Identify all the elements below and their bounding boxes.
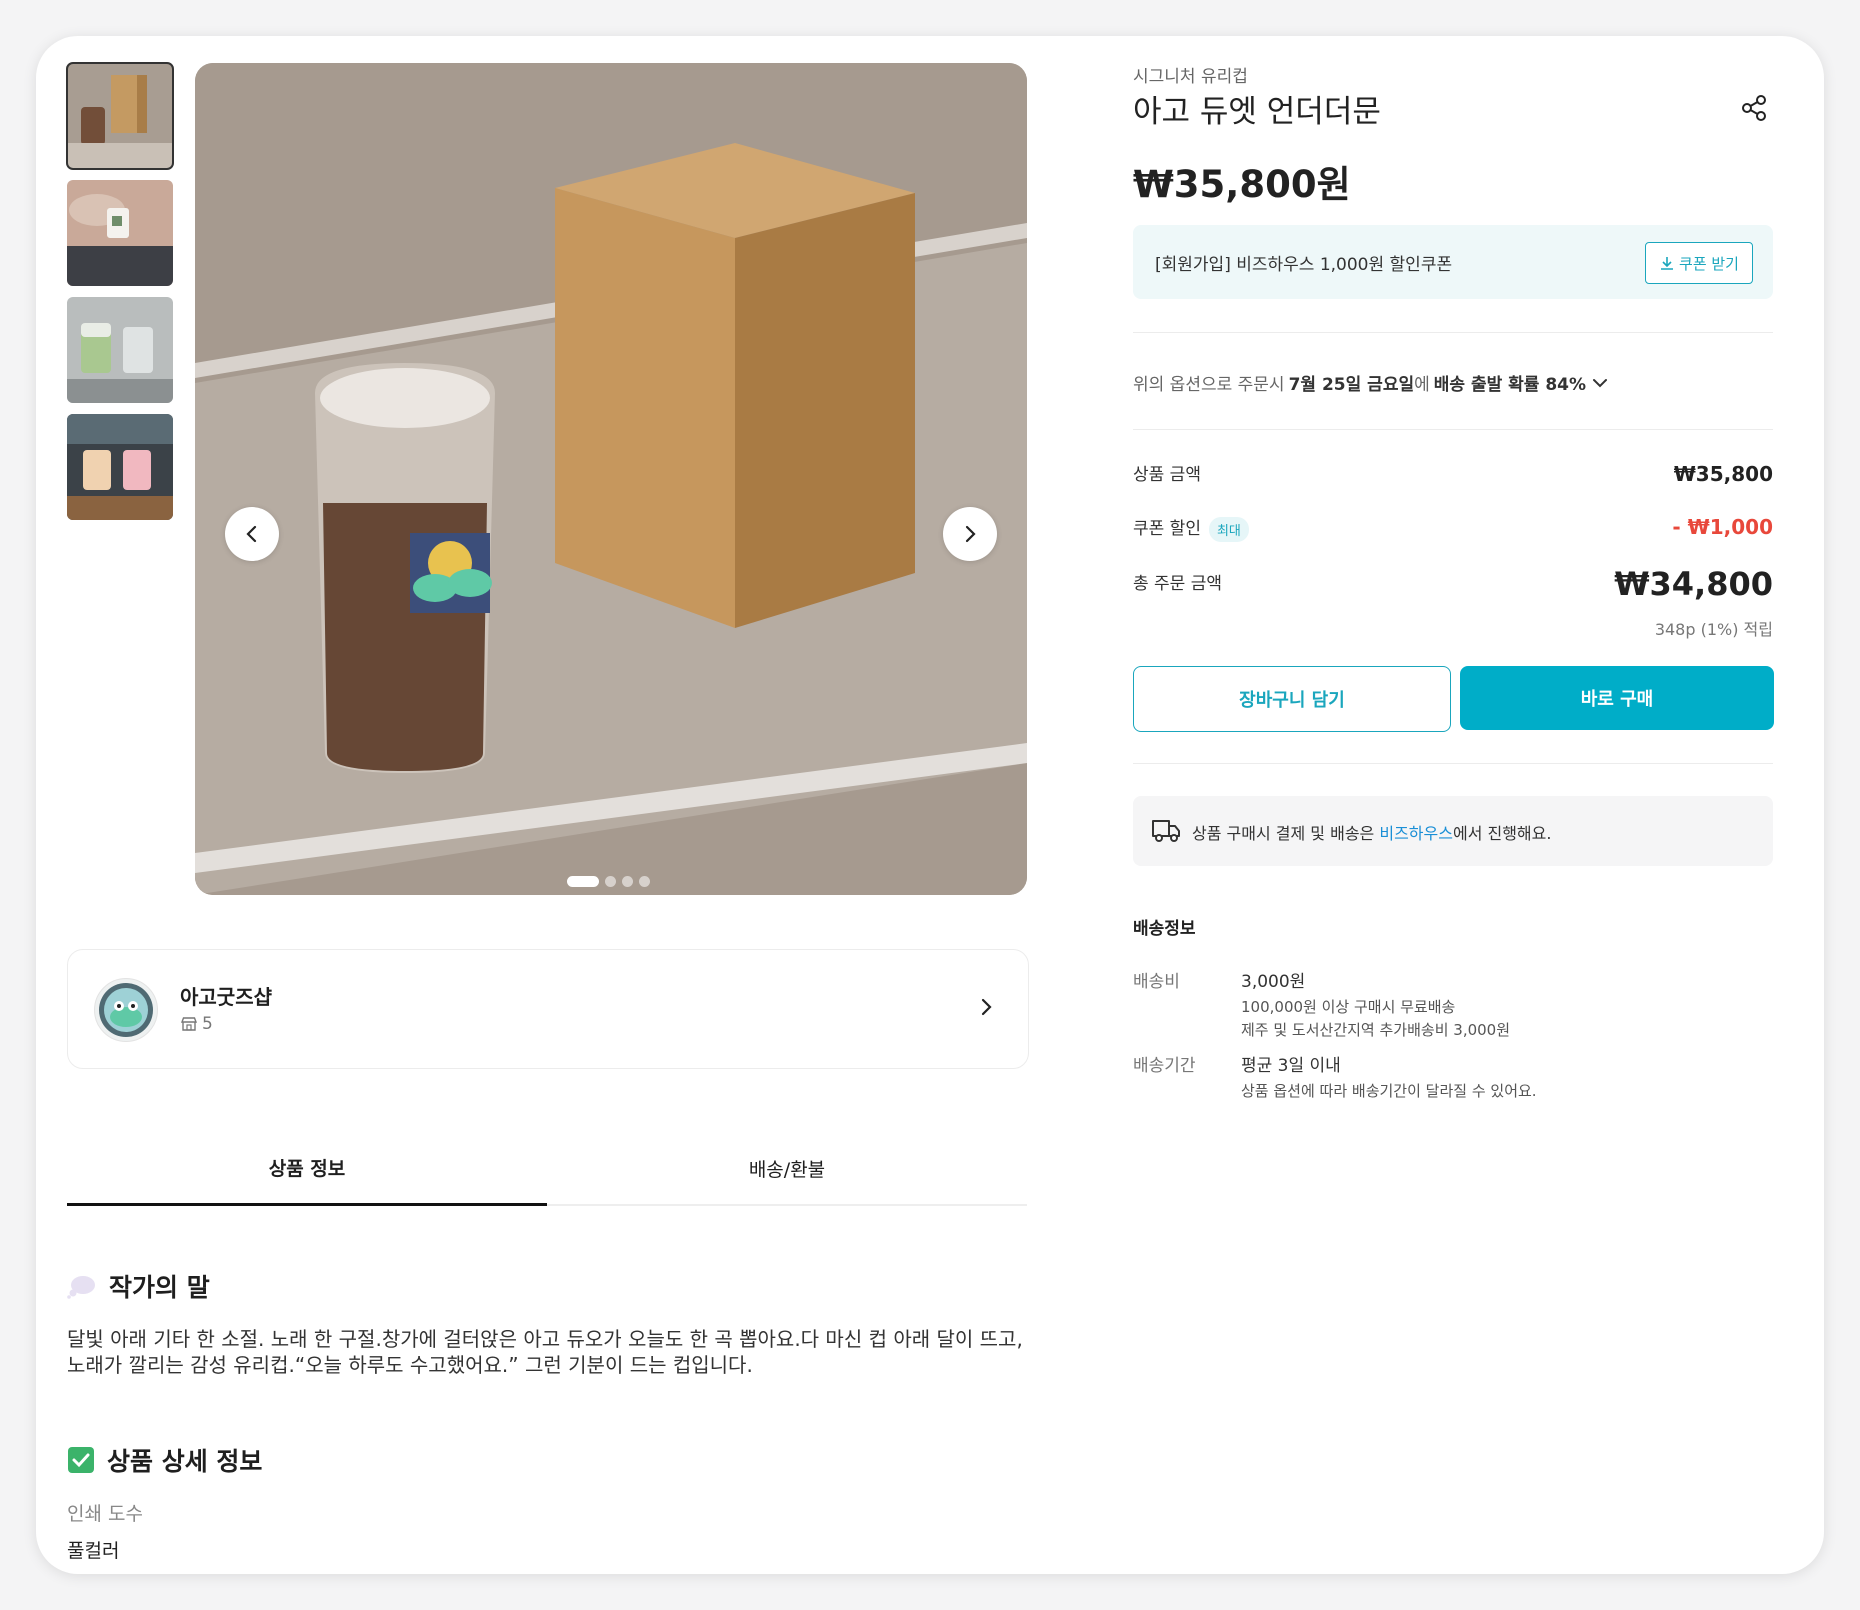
- buy-now-button[interactable]: 바로 구매: [1460, 666, 1774, 730]
- thumbnail-1[interactable]: [66, 62, 174, 170]
- shipping-fee-note-2: 제주 및 도서산간지역 추가배송비 3,000원: [1241, 1021, 1511, 1039]
- add-to-cart-button[interactable]: 장바구니 담기: [1133, 666, 1451, 732]
- delivery-estimate-prefix: 위의 옵션으로 주문시: [1133, 375, 1285, 395]
- shipping-period-note: 상품 옵션에 따라 배송기간이 달라질 수 있어요.: [1241, 1082, 1537, 1100]
- product-title: 아고 듀엣 언더더문: [1133, 94, 1381, 130]
- payment-notice: 상품 구매시 결제 및 배송은 비즈하우스에서 진행해요.: [1133, 796, 1773, 866]
- author-note-heading: 작가의 말: [67, 1268, 210, 1304]
- delivery-estimate-middle: 에: [1414, 375, 1430, 395]
- check-mark-icon: [68, 1447, 94, 1473]
- coupon-download-button[interactable]: 쿠폰 받기: [1645, 242, 1753, 284]
- share-icon: [1742, 95, 1766, 121]
- thumbnail-4[interactable]: [67, 414, 173, 520]
- prev-image-button[interactable]: [225, 507, 279, 561]
- carousel-indicator: [567, 876, 650, 887]
- chevron-down-icon: [1593, 378, 1608, 387]
- divider: [1133, 429, 1773, 430]
- thumbnail-2[interactable]: [67, 180, 173, 286]
- shipping-fee-value: 3,000원: [1241, 972, 1306, 992]
- total-label: 총 주문 금액: [1133, 574, 1223, 594]
- main-product-image: [195, 63, 1027, 895]
- tab-shipping-refund[interactable]: 배송/환불: [547, 1132, 1027, 1204]
- delivery-estimate[interactable]: 위의 옵션으로 주문시 7월 25일 금요일 에 배송 출발 확률 84%: [1133, 370, 1773, 395]
- max-badge: 최대: [1208, 517, 1249, 542]
- delivery-estimate-probability: 배송 출발 확률 84%: [1433, 375, 1587, 395]
- carousel-dot[interactable]: [622, 876, 633, 887]
- shop-product-count: 5: [180, 1014, 213, 1034]
- shop-name: 아고굿즈샵: [180, 985, 272, 1009]
- notice-prefix: 상품 구매시 결제 및 배송은: [1192, 824, 1380, 843]
- coupon-download-label: 쿠폰 받기: [1679, 254, 1739, 273]
- product-photo: [195, 63, 1027, 895]
- chevron-right-icon[interactable]: [974, 995, 998, 1023]
- divider: [1133, 332, 1773, 333]
- coupon-text: [회원가입] 비즈하우스 1,000원 할인쿠폰: [1155, 255, 1453, 275]
- carousel-dot[interactable]: [639, 876, 650, 887]
- print-color-label: 인쇄 도수: [67, 1503, 143, 1525]
- shipping-period-value: 평균 3일 이내: [1241, 1056, 1341, 1076]
- thought-bubble-icon: [67, 1276, 95, 1299]
- store-icon: [180, 1017, 198, 1031]
- author-note-title: 작가의 말: [109, 1273, 210, 1302]
- bizhouse-link[interactable]: 비즈하우스: [1379, 824, 1453, 843]
- chevron-left-icon: [246, 525, 257, 543]
- divider: [1133, 763, 1773, 764]
- delivery-estimate-date: 7월 25일 금요일: [1288, 375, 1415, 395]
- item-price-label: 상품 금액: [1133, 465, 1201, 485]
- item-price-row: 상품 금액 ₩35,800: [1133, 460, 1773, 488]
- coupon-discount-value: - ₩1,000: [1672, 515, 1773, 539]
- points-earned: 348p (1%) 적립: [1654, 620, 1773, 639]
- coupon-banner: [회원가입] 비즈하우스 1,000원 할인쿠폰 쿠폰 받기: [1133, 225, 1773, 299]
- item-price-value: ₩35,800: [1673, 462, 1773, 486]
- shipping-fee-note-1: 100,000원 이상 구매시 무료배송: [1241, 998, 1456, 1016]
- notice-suffix: 에서 진행해요.: [1452, 824, 1552, 843]
- shop-card[interactable]: 아고굿즈샵 5: [67, 949, 1029, 1069]
- thumbnail-3[interactable]: [67, 297, 173, 403]
- carousel-dot[interactable]: [567, 876, 599, 887]
- chevron-right-icon: [965, 525, 976, 543]
- print-color-value: 풀컬러: [67, 1540, 120, 1562]
- total-value: ₩34,800: [1614, 565, 1773, 603]
- product-detail-heading: 상품 상세 정보: [67, 1442, 262, 1478]
- total-row: 총 주문 금액 ₩34,800: [1133, 565, 1773, 613]
- product-category: 시그니처 유리컵: [1133, 67, 1248, 87]
- truck-icon: [1152, 820, 1180, 842]
- shipping-fee-label: 배송비: [1133, 972, 1180, 992]
- author-note-body: 달빛 아래 기타 한 소절. 노래 한 구절.창가에 걸터앉은 아고 듀오가 오…: [67, 1327, 1023, 1377]
- shipping-period-label: 배송기간: [1133, 1056, 1196, 1076]
- shop-product-count-value: 5: [202, 1014, 213, 1034]
- coupon-discount-label: 쿠폰 할인: [1133, 519, 1201, 539]
- detail-tabs: 상품 정보 배송/환불: [67, 1132, 1027, 1206]
- download-icon: [1661, 257, 1674, 270]
- next-image-button[interactable]: [943, 507, 997, 561]
- shipping-info-title: 배송정보: [1133, 919, 1196, 939]
- product-price: ₩35,800원: [1133, 163, 1351, 206]
- payment-notice-text: 상품 구매시 결제 및 배송은 비즈하우스에서 진행해요.: [1192, 820, 1551, 844]
- coupon-discount-row: 쿠폰 할인 최대 - ₩1,000: [1133, 514, 1773, 546]
- carousel-dot[interactable]: [605, 876, 616, 887]
- product-detail-title: 상품 상세 정보: [107, 1447, 263, 1476]
- tab-product-info[interactable]: 상품 정보: [67, 1132, 547, 1206]
- share-button[interactable]: [1739, 93, 1769, 127]
- shop-avatar: [94, 978, 158, 1042]
- product-page: 아고굿즈샵 5 상품 정보 배송/환불 작가의 말 달빛 아래 기타 한 소절.…: [36, 36, 1824, 1574]
